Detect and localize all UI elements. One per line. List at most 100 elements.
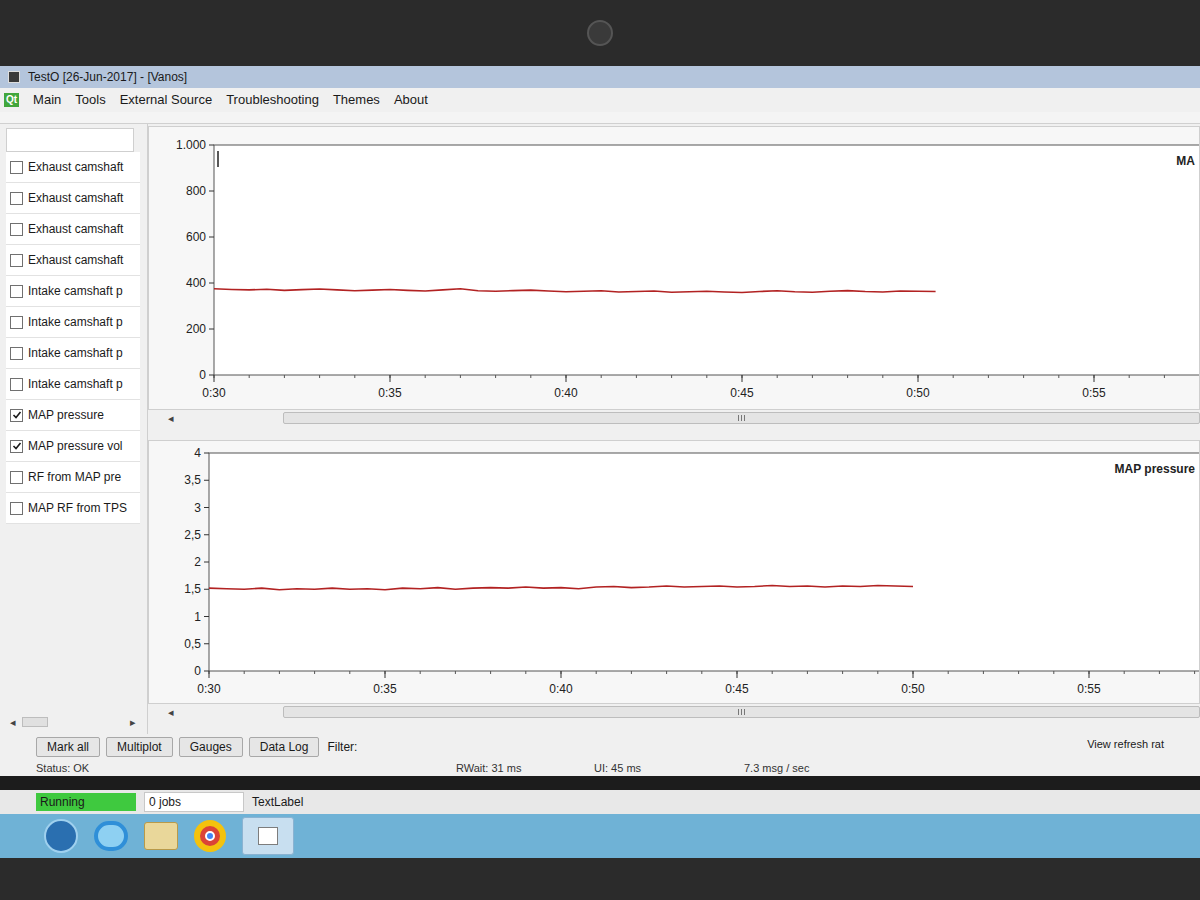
- toolbar-button[interactable]: Mark all: [36, 737, 100, 757]
- status-text: Status: OK: [36, 760, 456, 777]
- app-icon: [8, 71, 20, 83]
- signal-item[interactable]: Exhaust camshaft: [6, 183, 140, 214]
- chart-area: 1.00080060040020000:300:350:400:450:500:…: [148, 124, 1200, 734]
- svg-text:0:30: 0:30: [202, 386, 226, 400]
- svg-text:3: 3: [194, 501, 201, 515]
- menu-item[interactable]: Themes: [333, 90, 380, 110]
- x-tick: 0:50: [901, 671, 925, 696]
- signal-checkbox[interactable]: [10, 409, 23, 422]
- svg-text:1.000: 1.000: [176, 138, 206, 152]
- chrome-icon[interactable]: [194, 820, 226, 852]
- signal-checkbox[interactable]: [10, 316, 23, 329]
- signal-label: MAP RF from TPS: [28, 499, 127, 517]
- signal-item[interactable]: RF from MAP pre: [6, 462, 140, 493]
- signal-label: Intake camshaft p: [28, 344, 123, 362]
- signal-label: MAP pressure: [28, 406, 104, 424]
- scroll-left-button[interactable]: ◂: [148, 707, 188, 718]
- taskbar: [0, 814, 1200, 858]
- menu-item[interactable]: Tools: [75, 90, 105, 110]
- plot-area: [209, 453, 1199, 671]
- title-bar[interactable]: TestO [26-Jun-2017] - [Vanos]: [0, 66, 1200, 88]
- chart: 1.00080060040020000:300:350:400:450:500:…: [149, 127, 1199, 409]
- internet-explorer-icon[interactable]: [94, 821, 128, 851]
- signal-item[interactable]: MAP pressure: [6, 400, 140, 431]
- svg-text:0: 0: [194, 664, 201, 678]
- signal-checkbox[interactable]: [10, 378, 23, 391]
- y-tick: 800: [186, 184, 214, 198]
- signal-checkbox[interactable]: [10, 254, 23, 267]
- svg-text:0:55: 0:55: [1082, 386, 1106, 400]
- series-line: [209, 585, 913, 589]
- menu-bar: Qt Main Tools External Source Troubleshootin…: [0, 88, 1200, 112]
- signal-item[interactable]: Intake camshaft p: [6, 307, 140, 338]
- menu-item[interactable]: Main: [33, 90, 61, 110]
- signal-checkbox[interactable]: [10, 161, 23, 174]
- signal-scrollbar[interactable]: ◂▸: [6, 714, 140, 730]
- chart-title: MA: [1176, 154, 1195, 168]
- toolbar-button[interactable]: Gauges: [179, 737, 243, 757]
- signal-checkbox[interactable]: [10, 285, 23, 298]
- menu-item[interactable]: About: [394, 90, 428, 110]
- signal-item[interactable]: Exhaust camshaft: [6, 245, 140, 276]
- button-row: Mark allMultiplotGaugesData LogFilter:Vi…: [0, 734, 1200, 760]
- x-tick: 0:45: [725, 671, 749, 696]
- chart: 43,532,521,510,500:300:350:400:450:500:5…: [149, 441, 1199, 703]
- refresh-rate-label: View refresh rat: [1087, 734, 1164, 753]
- menu-item[interactable]: External Source: [120, 90, 213, 110]
- signal-list: Exhaust camshaft Exhaust camshaft Exhaust …: [6, 152, 140, 524]
- chart-panel: 43,532,521,510,500:300:350:400:450:500:5…: [148, 440, 1200, 720]
- toolbar-button[interactable]: Multiplot: [106, 737, 173, 757]
- y-tick: 2,5: [184, 528, 209, 542]
- plot-area: [214, 145, 1199, 375]
- svg-text:0:50: 0:50: [906, 386, 930, 400]
- svg-text:0:40: 0:40: [554, 386, 578, 400]
- svg-text:400: 400: [186, 276, 206, 290]
- start-orb-icon[interactable]: [44, 819, 78, 853]
- signal-item[interactable]: Intake camshaft p: [6, 338, 140, 369]
- horizontal-scrollbar[interactable]: ◂: [148, 704, 1200, 720]
- x-tick: 0:55: [1077, 671, 1101, 696]
- signal-checkbox[interactable]: [10, 471, 23, 484]
- signal-item[interactable]: MAP pressure vol: [6, 431, 140, 462]
- signal-checkbox[interactable]: [10, 192, 23, 205]
- svg-text:1: 1: [194, 610, 201, 624]
- menu-item[interactable]: Troubleshooting: [226, 90, 319, 110]
- scroll-left-button[interactable]: ◂: [10, 714, 16, 731]
- signal-item[interactable]: Exhaust camshaft: [6, 152, 140, 183]
- scroll-left-button[interactable]: ◂: [148, 413, 188, 424]
- svg-text:0:35: 0:35: [378, 386, 402, 400]
- scroll-right-button[interactable]: ▸: [130, 714, 136, 731]
- signal-item[interactable]: Intake camshaft p: [6, 276, 140, 307]
- y-tick: 0,5: [184, 637, 209, 651]
- svg-text:0:50: 0:50: [901, 682, 925, 696]
- signal-label: Exhaust camshaft: [28, 220, 123, 238]
- cursor-marker: [217, 151, 219, 167]
- signal-checkbox[interactable]: [10, 502, 23, 515]
- file-explorer-icon[interactable]: [144, 822, 178, 850]
- y-tick: 3,5: [184, 473, 209, 487]
- splitter[interactable]: [140, 124, 148, 734]
- toolbar-button[interactable]: Data Log: [249, 737, 320, 757]
- y-tick: 2: [194, 555, 209, 569]
- signal-checkbox[interactable]: [10, 347, 23, 360]
- signal-checkbox[interactable]: [10, 440, 23, 453]
- qt-logo-icon: Qt: [4, 93, 19, 107]
- filter-input[interactable]: [363, 738, 1081, 756]
- scroll-thumb[interactable]: [283, 412, 1200, 424]
- jobs-count: 0 jobs: [144, 792, 244, 812]
- footer-bar: Running0 jobsTextLabel: [0, 790, 1200, 814]
- horizontal-scrollbar[interactable]: ◂: [148, 410, 1200, 426]
- series-line: [214, 289, 936, 293]
- signal-item[interactable]: Intake camshaft p: [6, 369, 140, 400]
- signal-checkbox[interactable]: [10, 223, 23, 236]
- scroll-thumb[interactable]: [283, 706, 1200, 718]
- window-title: TestO [26-Jun-2017] - [Vanos]: [28, 68, 187, 86]
- app-window-icon[interactable]: [242, 817, 294, 855]
- x-tick: 0:50: [906, 375, 930, 400]
- svg-text:1,5: 1,5: [184, 582, 201, 596]
- svg-text:0,5: 0,5: [184, 637, 201, 651]
- signal-label: Exhaust camshaft: [28, 189, 123, 207]
- y-tick: 400: [186, 276, 214, 290]
- signal-item[interactable]: MAP RF from TPS: [6, 493, 140, 524]
- signal-item[interactable]: Exhaust camshaft: [6, 214, 140, 245]
